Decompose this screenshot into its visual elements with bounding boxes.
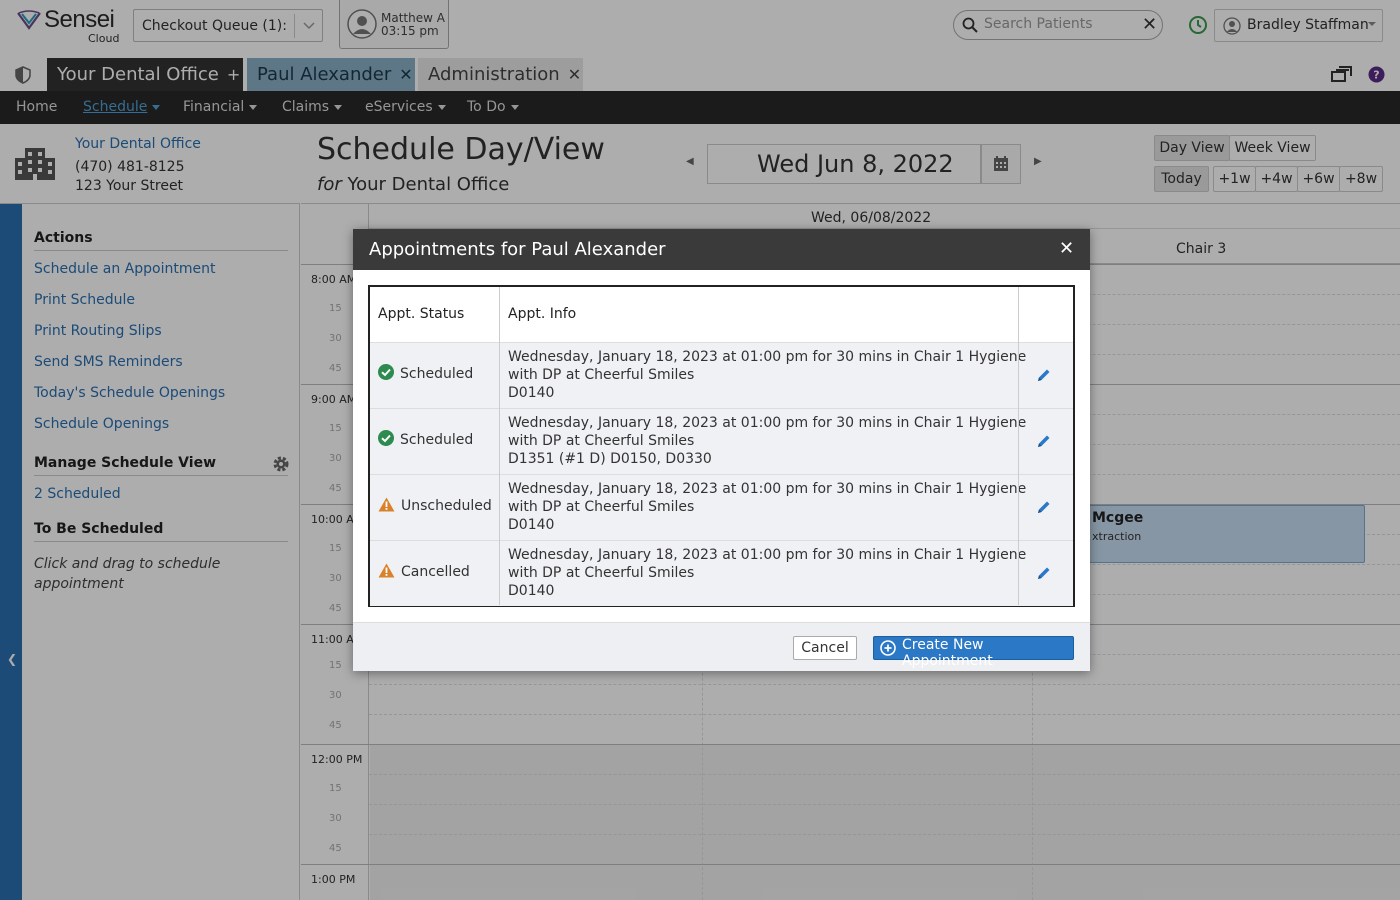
appointments-modal: Appointments for Paul Alexander ✕ Appt. …	[353, 229, 1090, 671]
edit-pencil-icon[interactable]	[1036, 499, 1052, 515]
appt-info: Wednesday, January 18, 2023 at 01:00 pm …	[508, 348, 1026, 402]
appt-info-line: Wednesday, January 18, 2023 at 01:00 pm …	[508, 349, 1027, 365]
appt-info: Wednesday, January 18, 2023 at 01:00 pm …	[508, 480, 1026, 534]
appt-info-line: with DP at Cheerful Smiles	[508, 565, 695, 581]
appt-status: Scheduled	[378, 430, 474, 448]
appt-info-line: D0140	[508, 583, 555, 599]
status-text: Scheduled	[400, 432, 474, 448]
appt-status: Scheduled	[378, 364, 474, 382]
close-icon[interactable]: ✕	[1059, 238, 1074, 259]
appt-info-line: with DP at Cheerful Smiles	[508, 499, 695, 515]
modal-footer: Cancel Create New Appointment	[353, 622, 1090, 671]
appt-info-line: with DP at Cheerful Smiles	[508, 433, 695, 449]
column-divider	[1018, 287, 1019, 605]
appt-info-line: Wednesday, January 18, 2023 at 01:00 pm …	[508, 415, 1027, 431]
create-appointment-label: Create New Appointment	[902, 637, 993, 669]
appt-info-line: with DP at Cheerful Smiles	[508, 367, 695, 383]
appointments-table: Appt. Status Appt. Info Scheduled Wednes…	[368, 285, 1075, 607]
add-circle-icon	[880, 640, 896, 656]
table-row: Scheduled Wednesday, January 18, 2023 at…	[370, 342, 1073, 408]
table-row: Scheduled Wednesday, January 18, 2023 at…	[370, 408, 1073, 474]
appt-status: Unscheduled	[378, 497, 492, 514]
check-circle-icon	[378, 364, 394, 380]
status-text: Unscheduled	[401, 498, 492, 514]
warning-icon	[378, 563, 395, 577]
appt-status: Cancelled	[378, 563, 470, 580]
modal-header: Appointments for Paul Alexander ✕	[353, 229, 1090, 270]
modal-title: Appointments for Paul Alexander	[369, 239, 666, 260]
appt-info-line: D0140	[508, 385, 555, 401]
edit-pencil-icon[interactable]	[1036, 367, 1052, 383]
create-appointment-button[interactable]: Create New Appointment	[873, 636, 1074, 669]
appt-info-line: Wednesday, January 18, 2023 at 01:00 pm …	[508, 547, 1027, 563]
appt-info: Wednesday, January 18, 2023 at 01:00 pm …	[508, 414, 1026, 468]
warning-icon	[378, 497, 395, 511]
column-divider	[499, 287, 500, 605]
edit-pencil-icon[interactable]	[1036, 565, 1052, 581]
appt-info-line: D0140	[508, 517, 555, 533]
edit-pencil-icon[interactable]	[1036, 433, 1052, 449]
status-text: Cancelled	[401, 564, 470, 580]
appt-info-line: Wednesday, January 18, 2023 at 01:00 pm …	[508, 481, 1027, 497]
table-row: Unscheduled Wednesday, January 18, 2023 …	[370, 474, 1073, 540]
appt-info: Wednesday, January 18, 2023 at 01:00 pm …	[508, 546, 1026, 600]
appt-info-line: D1351 (#1 D) D0150, D0330	[508, 451, 712, 467]
cancel-button[interactable]: Cancel	[793, 636, 857, 660]
table-row: Cancelled Wednesday, January 18, 2023 at…	[370, 540, 1073, 606]
status-text: Scheduled	[400, 366, 474, 382]
check-circle-icon	[378, 430, 394, 446]
